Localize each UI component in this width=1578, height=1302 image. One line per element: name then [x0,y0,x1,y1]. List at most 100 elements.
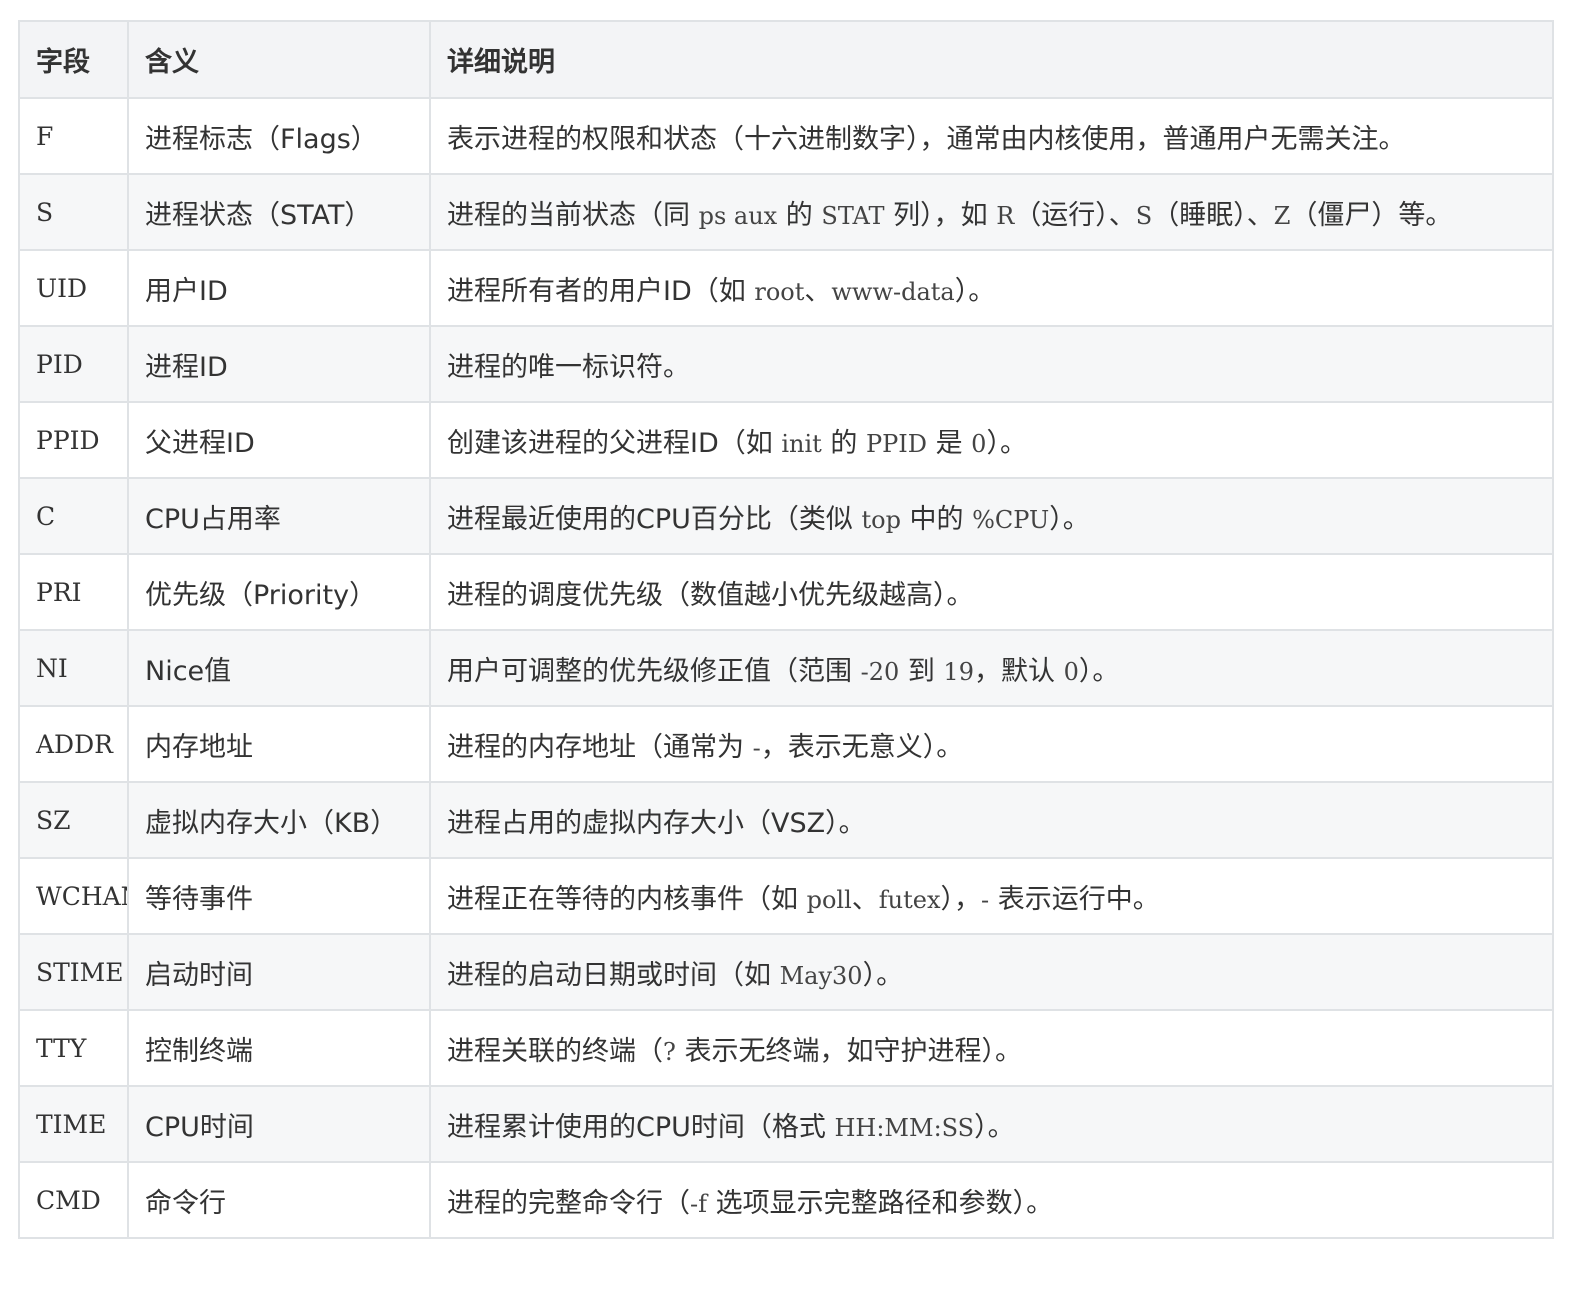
field-cell: C [18,477,129,555]
table-row: PID 进程ID 进程的唯一标识符。 [18,325,1554,403]
field-cell: NI [18,629,129,707]
field-cell: TTY [18,1009,129,1087]
table-row: SZ 虚拟内存大小（KB） 进程占用的虚拟内存大小（VSZ）。 [18,781,1554,859]
table-row: NI Nice值 用户可调整的优先级修正值（范围 -20 到 19，默认 0）。 [18,629,1554,707]
detail-cell: 进程的调度优先级（数值越小优先级越高）。 [429,553,1554,631]
meaning-cell: Nice值 [127,629,431,707]
detail-text: 创建该进程的父进程ID（如 [447,427,782,459]
detail-text: 是 [927,427,972,459]
detail-text: （运行）、 [1014,199,1136,231]
detail-cell: 进程的当前状态（同 ps aux 的 STAT 列），如 R（运行）、S（睡眠）… [429,173,1554,251]
table-row: TTY 控制终端 进程关联的终端（? 表示无终端，如守护进程）。 [18,1009,1554,1087]
meaning-cell: 命令行 [127,1161,431,1239]
inline-code: May30 [779,961,863,990]
detail-text: 用户可调整的优先级修正值（范围 [447,655,861,687]
detail-text: ）。 [1078,655,1120,687]
detail-text: 进程所有者的用户ID（如 [447,275,755,307]
detail-cell: 进程的唯一标识符。 [429,325,1554,403]
meaning-cell: 控制终端 [127,1009,431,1087]
inline-code: -20 [860,657,900,686]
table-row: S 进程状态（STAT） 进程的当前状态（同 ps aux 的 STAT 列），如 … [18,173,1554,251]
meaning-cell: 启动时间 [127,933,431,1011]
detail-text: ，默认 [973,655,1064,687]
detail-text: 进程的唯一标识符。 [447,351,690,383]
inline-code: PPID [865,429,927,458]
table-row: PRI 优先级（Priority） 进程的调度优先级（数值越小优先级越高）。 [18,553,1554,631]
detail-text: 到 [899,655,944,687]
table-row: CMD 命令行 进程的完整命令行（-f 选项显示完整路径和参数）。 [18,1161,1554,1239]
meaning-cell: 等待事件 [127,857,431,935]
table-row: WCHAN等待事件进程正在等待的内核事件（如 poll、futex），- 表示运… [18,857,1554,935]
detail-text: 进程累计使用的CPU时间（格式 [447,1111,835,1143]
detail-cell: 创建该进程的父进程ID（如 init 的 PPID 是 0）。 [429,401,1554,479]
table-row: C CPU占用率 进程最近使用的CPU百分比（类似 top 中的 %CPU）。 [18,477,1554,555]
inline-code: %CPU [972,505,1050,534]
detail-cell: 进程的内存地址（通常为 -，表示无意义）。 [429,705,1554,783]
field-cell: PID [18,325,129,403]
inline-code: - [981,885,990,914]
detail-text: 进程最近使用的CPU百分比（类似 [447,503,862,535]
detail-text: （睡眠）、 [1152,199,1274,231]
inline-code: top [861,505,901,534]
field-cell: PRI [18,553,129,631]
meaning-cell: 优先级（Priority） [127,553,431,631]
detail-text: 选项显示完整路径和参数）。 [707,1187,1054,1219]
header-detail: 详细说明 [429,20,1554,99]
table-row: F 进程标志（Flags） 表示进程的权限和状态（十六进制数字），通常由内核使用，普… [18,97,1554,175]
inline-code: STAT [821,201,885,230]
header-meaning: 含义 [127,20,431,99]
meaning-cell: CPU时间 [127,1085,431,1163]
inline-code: - [752,733,761,762]
table-container: 字段 含义 详细说明 F 进程标志（Flags） 表示进程的权限和状态（十六进制数字… [18,20,1554,1239]
detail-text: ）。 [974,1111,1015,1143]
inline-code: -f [690,1189,707,1218]
header-field: 字段 [18,20,129,99]
inline-code: HH:MM:SS [834,1113,975,1142]
meaning-cell: 用户ID [127,249,431,327]
inline-code: 19 [943,657,974,686]
field-cell: CMD [18,1161,129,1239]
detail-cell: 进程的启动日期或时间（如 May30）。 [429,933,1554,1011]
detail-text: 中的 [900,503,973,535]
inline-code: Z [1273,201,1291,230]
detail-text: 列），如 [884,199,997,231]
detail-text: 的 [777,199,822,231]
field-cell: WCHAN [18,857,129,935]
detail-text: ，表示无意义）。 [760,731,964,763]
detail-text: ）， [940,883,982,915]
detail-text: 、 [804,275,832,307]
detail-cell: 进程所有者的用户ID（如 root、www-data）。 [429,249,1554,327]
field-cell: S [18,173,129,251]
ps-fields-table: 字段 含义 详细说明 F 进程标志（Flags） 表示进程的权限和状态（十六进制数字… [18,20,1554,1239]
meaning-cell: 进程状态（STAT） [127,173,431,251]
detail-text: 的 [821,427,866,459]
field-cell: TIME [18,1085,129,1163]
field-cell: F [18,97,129,175]
table-row: UID 用户ID 进程所有者的用户ID（如 root、www-data）。 [18,249,1554,327]
detail-text: 进程的调度优先级（数值越小优先级越高）。 [447,579,974,611]
field-cell: PPID [18,401,129,479]
detail-text: 表示无终端，如守护进程）。 [675,1035,1022,1067]
field-cell: SZ [18,781,129,859]
inline-code: www-data [831,277,955,306]
inline-code: ps aux [698,201,778,230]
detail-cell: 表示进程的权限和状态（十六进制数字），通常由内核使用，普通用户无需关注。 [429,97,1554,175]
detail-text: ）。 [954,275,996,307]
detail-text: ）。 [862,959,904,991]
field-cell: ADDR [18,705,129,783]
detail-text: 进程正在等待的内核事件（如 [447,883,807,915]
inline-code: root [754,277,805,306]
meaning-cell: 内存地址 [127,705,431,783]
detail-text: ）。 [986,427,1027,459]
detail-text: 进程的启动日期或时间（如 [447,959,780,991]
detail-text: 进程的当前状态（同 [447,199,699,231]
detail-text: 、 [851,883,879,915]
inline-code: 0 [1063,657,1079,686]
detail-text: ）。 [1049,503,1090,535]
table-header-row: 字段 含义 详细说明 [18,20,1554,99]
inline-code: 0 [971,429,987,458]
table-body: F 进程标志（Flags） 表示进程的权限和状态（十六进制数字），通常由内核使用，普… [18,97,1554,1239]
detail-text: 进程关联的终端（ [447,1035,663,1067]
detail-text: 表示运行中。 [989,883,1160,915]
inline-code: R [996,201,1015,230]
